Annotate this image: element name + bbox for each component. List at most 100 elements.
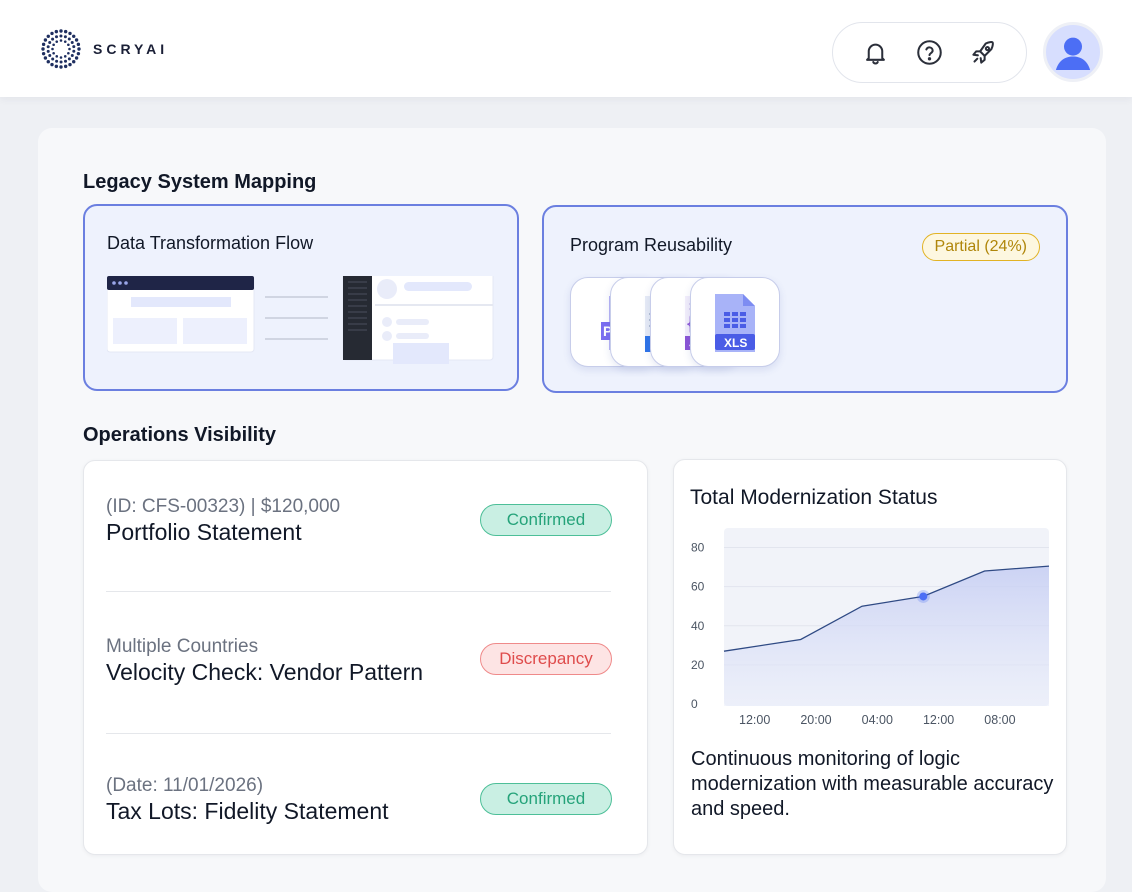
logo-dot bbox=[55, 40, 59, 43]
user-avatar[interactable] bbox=[1043, 22, 1103, 82]
data-transformation-title: Data Transformation Flow bbox=[107, 233, 314, 253]
status-badge: Confirmed bbox=[480, 504, 612, 536]
program-reusability-card[interactable]: Program Reusability Partial (24%) PD D bbox=[542, 205, 1068, 393]
help-circle-icon bbox=[917, 40, 942, 65]
chart-description: Continuous monitoring of logic moderniza… bbox=[691, 748, 1054, 820]
logo-dot bbox=[63, 35, 67, 39]
logo-dot bbox=[50, 31, 54, 36]
logo-dot bbox=[72, 60, 76, 64]
x-tick-label: 12:00 bbox=[923, 713, 954, 727]
logo-dot bbox=[68, 47, 71, 51]
logo-dot bbox=[74, 38, 79, 42]
logo-dot bbox=[63, 55, 67, 58]
chart-title: Total Modernization Status bbox=[690, 486, 938, 509]
header-actions bbox=[832, 22, 1027, 83]
logo-dot bbox=[68, 31, 72, 36]
launch-button[interactable] bbox=[966, 36, 1000, 70]
logo-dot bbox=[76, 51, 81, 56]
bell-icon bbox=[866, 43, 886, 65]
logo-dot bbox=[59, 60, 63, 64]
logo-dot bbox=[46, 60, 50, 64]
logo-dot bbox=[67, 51, 70, 55]
file-type-stack: PD D { JS bbox=[570, 277, 800, 369]
brand-name: SCRYAI bbox=[93, 41, 169, 57]
notifications-button[interactable] bbox=[859, 36, 893, 70]
logo-dot bbox=[55, 55, 59, 58]
x-tick-label: 12:00 bbox=[739, 713, 770, 727]
logo-dot bbox=[72, 49, 76, 53]
logo-dot bbox=[51, 57, 55, 61]
logo-dot bbox=[52, 43, 55, 47]
logo-dot bbox=[54, 35, 58, 39]
logo-dot bbox=[43, 38, 48, 42]
logo-dot bbox=[46, 45, 50, 49]
logo-dot bbox=[63, 64, 68, 69]
y-tick-label: 40 bbox=[691, 619, 705, 633]
x-tick-label: 20:00 bbox=[800, 713, 831, 727]
flow-illustration bbox=[107, 276, 494, 364]
list-divider bbox=[106, 733, 611, 734]
scryai-logo-icon bbox=[41, 29, 81, 69]
modernization-area-chart: 0 20 40 60 80 12:00 20:00 04:00 12:00 08:00 bbox=[691, 528, 1050, 727]
logo-dot bbox=[70, 40, 74, 44]
logo-dot bbox=[41, 47, 45, 51]
logo-dot bbox=[67, 37, 71, 41]
logo-dot bbox=[64, 59, 68, 63]
reusability-status-badge: Partial (24%) bbox=[921, 233, 1040, 261]
logo-dot bbox=[76, 42, 81, 47]
user-icon bbox=[1055, 37, 1091, 70]
logo-dot bbox=[51, 47, 54, 51]
y-tick-label: 0 bbox=[691, 697, 698, 711]
operations-section-title: Operations Visibility bbox=[83, 424, 277, 446]
legacy-section-title: Legacy System Mapping bbox=[83, 171, 317, 193]
help-button[interactable] bbox=[912, 36, 946, 70]
logo-dot bbox=[54, 64, 59, 69]
logo-dot bbox=[48, 54, 52, 58]
status-badge: Discrepancy bbox=[480, 643, 612, 675]
logo-dot bbox=[77, 47, 81, 51]
logo-dot bbox=[59, 29, 63, 33]
logo-dot bbox=[68, 62, 72, 67]
x-tick-label: 04:00 bbox=[862, 713, 893, 727]
xls-file-tile[interactable]: XLS bbox=[690, 277, 780, 367]
logo-dot bbox=[50, 62, 54, 67]
main-panel: Legacy System Mapping Data Transformatio… bbox=[38, 128, 1106, 892]
logo-dot bbox=[67, 57, 71, 61]
logo-dot bbox=[59, 34, 63, 38]
logo-dot bbox=[52, 51, 55, 55]
logo-dot bbox=[63, 29, 68, 34]
y-tick-label: 20 bbox=[691, 658, 705, 672]
logo-dot bbox=[46, 34, 50, 38]
operations-list-card: (ID: CFS-00323) | $120,000 Portfolio Sta… bbox=[83, 460, 648, 855]
data-transformation-card[interactable]: Data Transformation Flow bbox=[83, 204, 519, 391]
logo-dot bbox=[59, 39, 63, 42]
chart-highlight-point bbox=[919, 592, 928, 601]
logo-dot bbox=[74, 56, 79, 60]
logo-dot bbox=[59, 65, 63, 69]
logo-dot bbox=[41, 51, 46, 56]
logo-dot bbox=[72, 45, 76, 49]
logo-dot bbox=[46, 49, 50, 53]
xls-file-icon: XLS bbox=[715, 294, 755, 352]
logo-dot bbox=[41, 42, 46, 47]
x-tick-label: 08:00 bbox=[984, 713, 1015, 727]
y-tick-label: 80 bbox=[691, 541, 705, 555]
logo-dot bbox=[59, 56, 63, 59]
logo-dot bbox=[55, 59, 59, 63]
file-type-label: XLS bbox=[724, 336, 747, 350]
modernization-status-card: Total Modernization Status 0 20 40 60 80 12:0… bbox=[673, 459, 1067, 855]
logo-dot bbox=[72, 34, 76, 38]
status-badge: Confirmed bbox=[480, 783, 612, 815]
brand-logo[interactable]: SCRYAI bbox=[40, 28, 168, 70]
list-divider bbox=[106, 591, 611, 592]
y-tick-label: 60 bbox=[691, 580, 705, 594]
logo-dot bbox=[43, 56, 48, 60]
program-reusability-title: Program Reusability bbox=[570, 235, 733, 255]
logo-dot bbox=[54, 29, 59, 34]
top-bar: SCRYAI bbox=[0, 0, 1132, 97]
logo-dot bbox=[51, 37, 55, 41]
logo-dot bbox=[63, 40, 67, 43]
logo-dot bbox=[70, 53, 74, 57]
logo-dot bbox=[48, 41, 52, 45]
rocket-icon bbox=[972, 41, 994, 64]
